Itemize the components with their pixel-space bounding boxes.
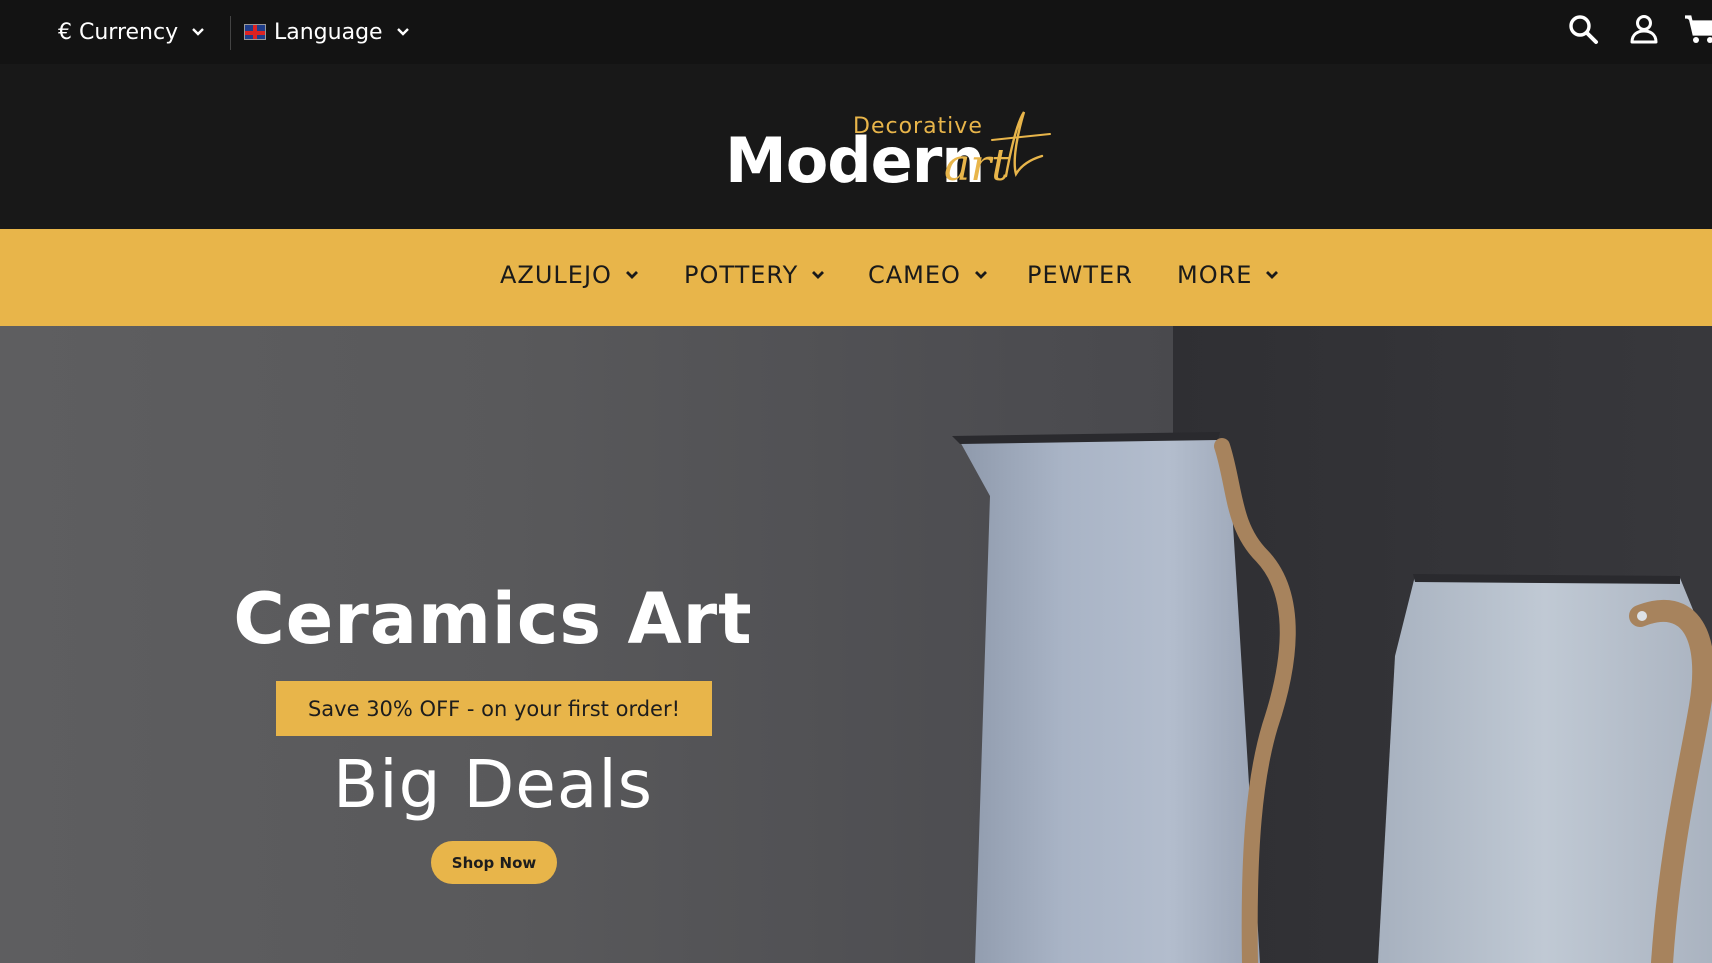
site-logo[interactable]: Modern Decorative art	[722, 104, 1052, 197]
shop-now-label: Shop Now	[451, 853, 537, 872]
nav-item-azulejo[interactable]: AZULEJO	[500, 261, 640, 289]
nav-item-more[interactable]: MORE	[1177, 261, 1280, 289]
logo-swoosh	[991, 111, 1051, 178]
divider	[230, 16, 231, 50]
cart-icon[interactable]	[1684, 12, 1712, 46]
search-icon[interactable]	[1566, 12, 1600, 46]
nav-item-cameo[interactable]: CAMEO	[868, 261, 989, 289]
language-label: Language	[274, 19, 383, 45]
nav-item-label: MORE	[1177, 261, 1253, 289]
nav-item-pewter[interactable]: PEWTER	[1027, 261, 1133, 289]
site-header: Modern Decorative art	[0, 64, 1712, 229]
promo-text: Save 30% OFF - on your first order!	[307, 696, 681, 721]
nav-item-label: PEWTER	[1027, 261, 1133, 289]
chevron-down-icon	[974, 271, 987, 279]
nav-item-label: AZULEJO	[500, 261, 612, 289]
chevron-down-icon	[812, 271, 825, 279]
currency-selector[interactable]: € Currency	[58, 16, 206, 48]
user-icon[interactable]	[1627, 12, 1661, 46]
logo-decorative-text: Decorative	[853, 114, 983, 139]
chevron-down-icon	[396, 28, 409, 36]
nav-item-label: POTTERY	[684, 261, 799, 289]
currency-label: € Currency	[58, 19, 179, 45]
chevron-down-icon	[625, 271, 638, 279]
hero-title: Ceramics Art	[233, 578, 753, 660]
main-navigation: AZULEJO POTTERY CAMEO PEWTER MORE	[0, 229, 1712, 326]
hero-banner: Ceramics Art Save 30% OFF - on your firs…	[0, 326, 1712, 963]
shop-now-button[interactable]: Shop Now	[431, 841, 557, 884]
chevron-down-icon	[1266, 271, 1279, 279]
hero-subtitle: Big Deals	[332, 746, 654, 823]
promo-banner: Save 30% OFF - on your first order!	[276, 681, 712, 736]
language-selector[interactable]: Language	[244, 16, 411, 48]
top-utility-bar: € Currency Language	[0, 0, 1712, 64]
flag-icon	[244, 24, 266, 40]
nav-item-pottery[interactable]: POTTERY	[684, 261, 826, 289]
nav-item-label: CAMEO	[868, 261, 961, 289]
chevron-down-icon	[192, 28, 204, 36]
